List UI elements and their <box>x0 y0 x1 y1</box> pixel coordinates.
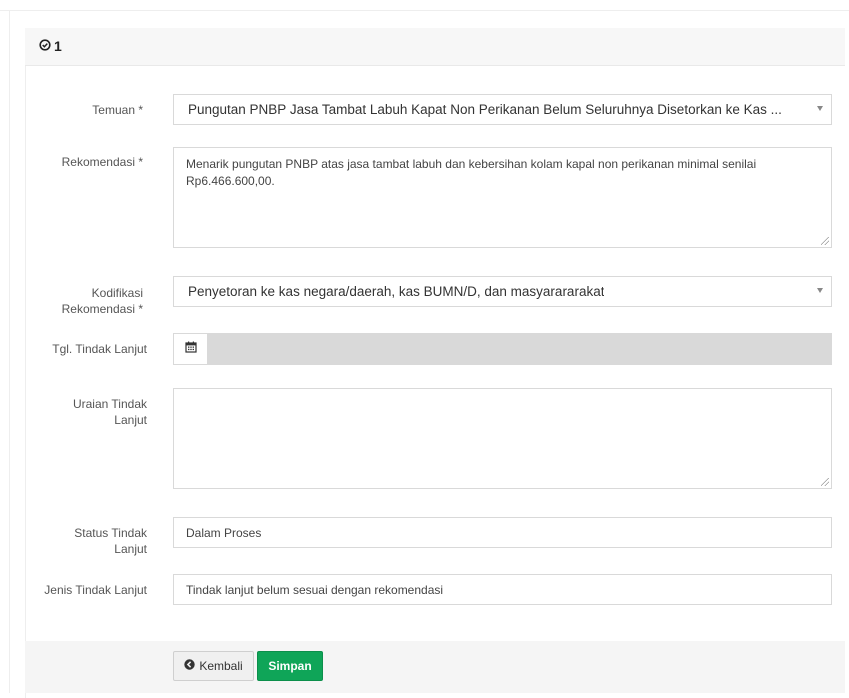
kodifikasi-select[interactable]: Penyetoran ke kas negara/daerah, kas BUM… <box>173 276 832 307</box>
rekomendasi-textarea[interactable]: Menarik pungutan PNBP atas jasa tambat l… <box>173 147 832 248</box>
kodifikasi-selected-value: Penyetoran ke kas negara/daerah, kas BUM… <box>188 284 605 299</box>
back-button-label: Kembali <box>199 659 243 673</box>
panel-header: 1 <box>25 28 845 66</box>
jenis-input[interactable]: Tindak lanjut belum sesuai dengan rekome… <box>173 574 832 605</box>
kodifikasi-label: Kodifikasi Rekomendasi * <box>28 285 143 317</box>
status-label-line2: Lanjut <box>114 542 147 556</box>
check-circle-icon <box>39 38 51 54</box>
rekomendasi-label: Rekomendasi * <box>61 155 143 169</box>
jenis-label: Jenis Tindak Lanjut <box>44 583 147 597</box>
frame-left-border <box>9 10 10 693</box>
back-button[interactable]: Kembali <box>173 651 254 681</box>
temuan-select[interactable]: Pungutan PNBP Jasa Tambat Labuh Kapat No… <box>173 94 832 125</box>
form-footer <box>25 641 845 693</box>
temuan-label: Temuan * <box>92 103 143 117</box>
arrow-left-circle-icon <box>184 659 196 673</box>
uraian-label-line1: Uraian Tindak <box>72 397 147 411</box>
chevron-down-icon <box>817 106 823 111</box>
temuan-selected-value: Pungutan PNBP Jasa Tambat Labuh Kapat No… <box>188 102 782 117</box>
status-label: Status Tindak Lanjut <box>32 525 147 557</box>
status-value: Dalam Proses <box>186 525 262 540</box>
kodifikasi-label-line2: Rekomendasi * <box>61 302 143 316</box>
status-label-line1: Status Tindak <box>74 526 147 540</box>
save-button[interactable]: Simpan <box>257 651 323 681</box>
panel-title: 1 <box>39 38 62 54</box>
uraian-textarea[interactable] <box>173 388 832 489</box>
tgl-date-input[interactable] <box>208 334 831 364</box>
kodifikasi-label-line1: Kodifikasi <box>91 286 143 300</box>
uraian-label: Uraian Tindak Lanjut <box>32 396 147 428</box>
tgl-date-group <box>173 333 832 365</box>
tgl-label: Tgl. Tindak Lanjut <box>52 342 147 356</box>
resize-handle-icon[interactable] <box>821 237 829 245</box>
uraian-label-line2: Lanjut <box>114 413 147 427</box>
chevron-down-icon <box>817 288 823 293</box>
calendar-icon <box>184 340 197 358</box>
status-input[interactable]: Dalam Proses <box>173 517 832 548</box>
frame-top-border <box>0 10 849 11</box>
rekomendasi-text: Menarik pungutan PNBP atas jasa tambat l… <box>186 157 757 188</box>
calendar-button[interactable] <box>174 334 208 364</box>
resize-handle-icon[interactable] <box>821 478 829 486</box>
panel-number: 1 <box>54 38 62 54</box>
jenis-value: Tindak lanjut belum sesuai dengan rekome… <box>186 582 444 597</box>
